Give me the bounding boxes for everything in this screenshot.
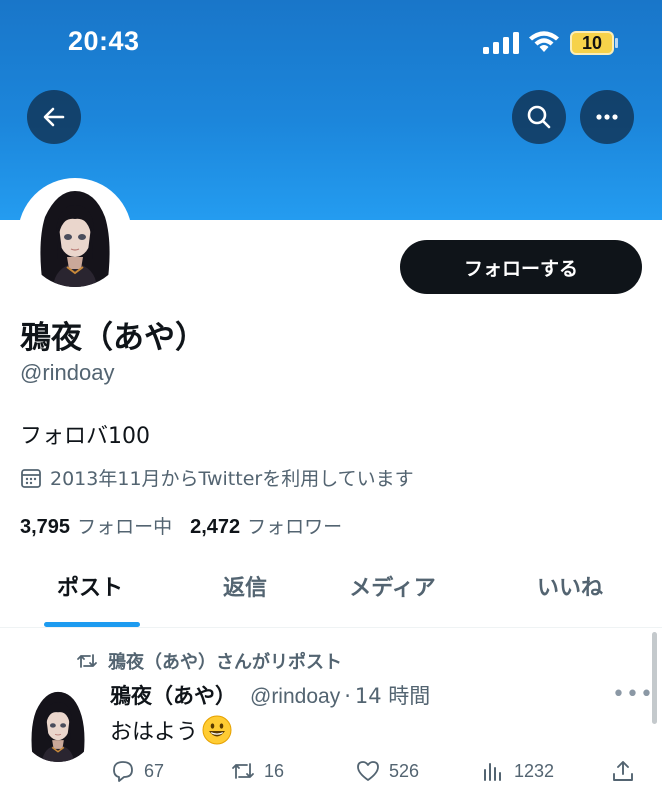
joined-date: 2013年11月からTwitterを利用しています	[20, 464, 414, 491]
active-tab-indicator	[44, 622, 140, 627]
tweet-body: おはよう	[110, 714, 232, 746]
scrollbar[interactable]	[652, 632, 657, 724]
search-icon	[527, 105, 551, 129]
repost-label: 鴉夜（あや）さんがリポスト	[108, 652, 342, 673]
reply-button[interactable]: 67	[110, 758, 164, 784]
tweet-author-handle[interactable]: @rindoay	[250, 685, 340, 709]
heart-icon	[357, 761, 379, 781]
repost-icon	[232, 763, 254, 779]
tweet-avatar[interactable]	[20, 686, 96, 762]
following-count[interactable]: 3,795	[20, 516, 70, 539]
tab-posts[interactable]: ポスト	[20, 560, 160, 628]
repost-indicator[interactable]: 鴉夜（あや）さんがリポスト	[76, 648, 342, 674]
calendar-icon	[21, 468, 41, 488]
wifi-icon	[529, 31, 559, 52]
reply-count: 67	[144, 760, 165, 781]
profile-avatar[interactable]	[18, 178, 132, 292]
avatar-image	[23, 183, 127, 287]
tweet-author-name[interactable]: 鴉夜（あや）	[110, 680, 236, 710]
like-count: 526	[389, 760, 420, 781]
profile-display-name: 鴉夜（あや）	[20, 320, 206, 356]
tab-likes[interactable]: いいね	[500, 560, 640, 628]
status-bar: 20:43 10	[0, 0, 662, 88]
tweet-header: 鴉夜（あや） @rindoay · 14 時間	[110, 680, 430, 710]
tweet-actions: 67 16 526 1232	[110, 758, 650, 792]
joined-text: 2013年11月からTwitterを利用しています	[50, 468, 414, 490]
share-button[interactable]	[610, 758, 644, 784]
repost-icon	[77, 654, 97, 668]
follow-stats: 3,795 フォロー中 2,472 フォロワー	[20, 512, 360, 539]
repost-count: 16	[264, 760, 285, 781]
cellular-signal-icon	[483, 32, 519, 54]
battery-icon: 10	[570, 31, 614, 55]
grinning-face-emoji	[202, 715, 232, 745]
views-button[interactable]: 1232	[480, 758, 554, 784]
back-button[interactable]	[27, 90, 81, 144]
arrow-left-icon	[43, 107, 65, 127]
tab-replies[interactable]: 返信	[180, 560, 310, 628]
avatar-image	[20, 686, 96, 762]
profile-tabs: ポスト 返信 メディア いいね	[0, 560, 662, 628]
more-options-button[interactable]	[580, 90, 634, 144]
search-button[interactable]	[512, 90, 566, 144]
follow-button[interactable]: フォローする	[400, 240, 642, 294]
following-label[interactable]: フォロー中	[77, 512, 172, 539]
battery-level: 10	[581, 33, 603, 53]
share-icon	[613, 761, 633, 781]
tweet-text: おはよう	[110, 720, 199, 745]
battery-cap	[615, 38, 618, 48]
view-count: 1232	[514, 760, 555, 781]
analytics-icon	[484, 763, 501, 781]
followers-count[interactable]: 2,472	[190, 516, 240, 539]
tweet-timestamp[interactable]: 14 時間	[355, 680, 430, 710]
tab-media[interactable]: メディア	[320, 560, 465, 628]
profile-handle: @rindoay	[20, 360, 115, 385]
status-time: 20:43	[68, 26, 140, 56]
tweet-separator-dot: ·	[344, 684, 351, 708]
profile-bio: フォロバ100	[20, 424, 150, 449]
more-horizontal-icon	[596, 114, 618, 120]
tweet-more-icon[interactable]: •••	[612, 682, 654, 707]
like-button[interactable]: 526	[355, 758, 419, 784]
followers-label[interactable]: フォロワー	[247, 512, 342, 539]
reply-icon	[113, 761, 133, 782]
repost-button[interactable]: 16	[230, 758, 284, 784]
